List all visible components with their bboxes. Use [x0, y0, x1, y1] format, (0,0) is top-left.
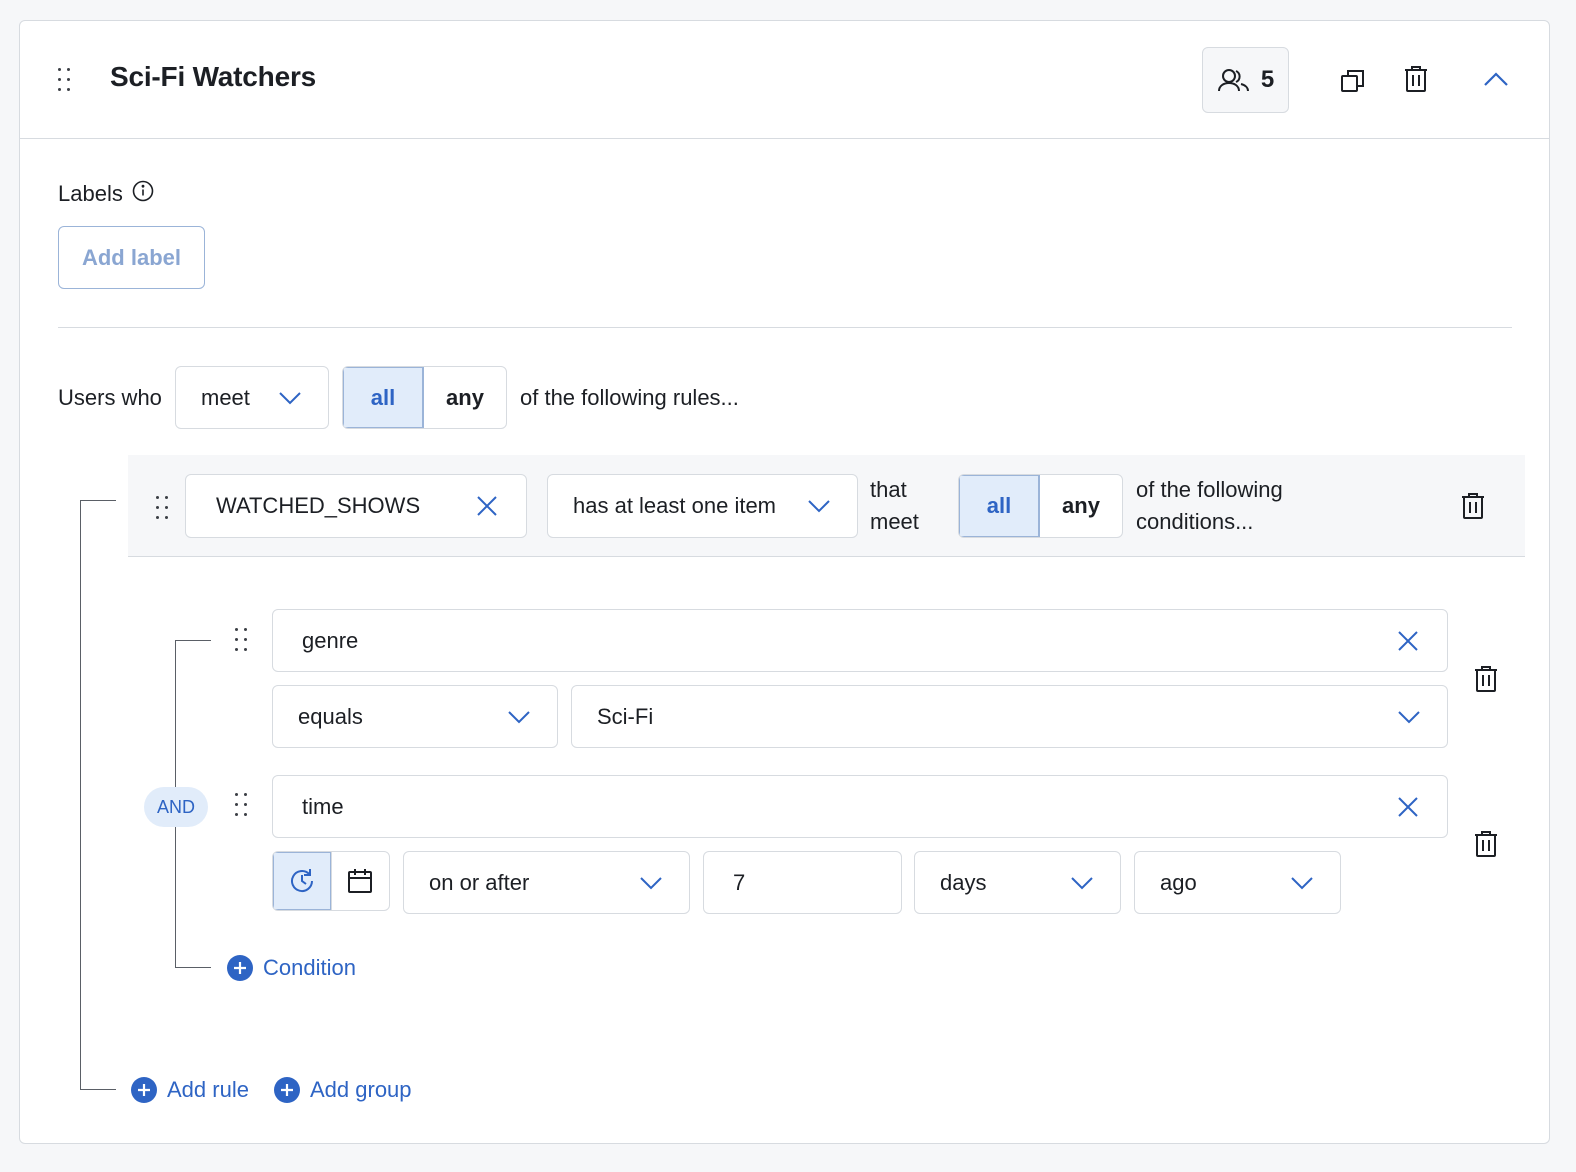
condition-operator-value: equals	[298, 703, 363, 729]
delete-rule-button[interactable]	[1455, 488, 1491, 524]
conditions-match-all[interactable]: all	[959, 475, 1041, 537]
chevron-down-icon	[1071, 876, 1093, 889]
add-rule-label: Add rule	[167, 1077, 249, 1102]
following-conditions-text: of the following conditions...	[1136, 474, 1283, 538]
amount-value: 7	[733, 869, 746, 895]
condition-tree-branch-top	[175, 640, 211, 641]
condition-field[interactable]: time	[272, 775, 1448, 838]
absolute-date-option[interactable]	[330, 852, 390, 910]
add-condition-button[interactable]: Condition	[227, 955, 356, 981]
rules-match-toggle: all any	[342, 366, 507, 429]
plus-icon	[227, 955, 253, 981]
relative-time-option[interactable]	[273, 852, 331, 910]
segment-card: Sci-Fi Watchers 5 Labels Add label Users…	[19, 20, 1550, 1144]
chevron-down-icon	[808, 500, 830, 513]
segment-title: Sci-Fi Watchers	[110, 61, 317, 92]
rules-match-all[interactable]: all	[343, 367, 425, 428]
conditions-match-any[interactable]: any	[1040, 475, 1122, 537]
segment-header: Sci-Fi Watchers 5	[20, 21, 1549, 139]
rule-tree-branch-bottom	[80, 1089, 116, 1090]
meet-text: meet	[870, 509, 919, 534]
collapse-button[interactable]	[1478, 61, 1514, 97]
condition-drag-handle-icon[interactable]	[235, 628, 251, 652]
rule-drag-handle-icon[interactable]	[156, 496, 172, 520]
chevron-down-icon	[640, 876, 662, 889]
following-conditions-line2: conditions...	[1136, 509, 1254, 534]
delete-condition-button[interactable]	[1468, 826, 1504, 862]
trash-icon	[1405, 66, 1427, 92]
rule-tree-line	[80, 500, 81, 1090]
that-text: that	[870, 477, 907, 502]
add-rule-button[interactable]: Add rule	[131, 1077, 249, 1103]
plus-icon	[131, 1077, 157, 1103]
add-group-label: Add group	[310, 1077, 412, 1102]
rules-match-any[interactable]: any	[424, 367, 506, 428]
chevron-down-icon	[508, 710, 530, 723]
condition-field-value: genre	[302, 627, 359, 653]
condition-tree-branch-bottom	[175, 967, 211, 968]
users-who-text: Users who	[58, 385, 162, 410]
delete-segment-button[interactable]	[1398, 61, 1434, 97]
add-group-button[interactable]: Add group	[274, 1077, 412, 1103]
condition-operator-select[interactable]: equals	[272, 685, 558, 748]
conditions-match-toggle: all any	[958, 474, 1123, 538]
that-meet-text: that meet	[870, 474, 919, 538]
condition-field-value: time	[302, 793, 344, 819]
condition-value-select[interactable]: Sci-Fi	[571, 685, 1448, 748]
copy-icon	[1341, 70, 1364, 92]
following-rules-text: of the following rules...	[520, 385, 739, 410]
add-condition-label: Condition	[263, 955, 356, 980]
rule-operator-value: has at least one item	[573, 493, 777, 518]
calendar-icon	[348, 869, 373, 893]
meet-select[interactable]: meet	[175, 366, 329, 429]
duplicate-button[interactable]	[1335, 63, 1371, 99]
labels-heading: Labels	[58, 181, 123, 207]
direction-select[interactable]: ago	[1134, 851, 1341, 914]
date-operator-value: on or after	[429, 869, 530, 895]
user-count: 5	[1260, 66, 1275, 93]
meet-select-value: meet	[201, 384, 250, 410]
relative-time-icon	[290, 869, 313, 893]
condition-value: Sci-Fi	[597, 703, 654, 729]
date-mode-toggle	[272, 851, 390, 911]
unit-select[interactable]: days	[914, 851, 1121, 914]
and-connector[interactable]: AND	[144, 787, 208, 827]
trash-icon	[1462, 493, 1484, 519]
delete-condition-button[interactable]	[1468, 661, 1504, 697]
clear-icon[interactable]	[1397, 796, 1419, 818]
condition-drag-handle-icon[interactable]	[235, 793, 251, 817]
info-icon[interactable]	[132, 180, 154, 202]
users-icon	[1217, 69, 1249, 92]
following-conditions-line1: of the following	[1136, 477, 1283, 502]
chevron-down-icon	[1398, 710, 1420, 723]
clear-icon[interactable]	[476, 495, 498, 517]
rule-property-value: WATCHED_SHOWS	[216, 493, 421, 518]
trash-icon	[1475, 831, 1497, 857]
amount-input[interactable]: 7	[703, 851, 902, 914]
drag-handle-icon[interactable]	[58, 68, 74, 92]
chevron-down-icon	[1291, 876, 1313, 889]
unit-value: days	[940, 869, 987, 895]
rule-operator-select[interactable]: has at least one item	[547, 474, 858, 538]
trash-icon	[1475, 666, 1497, 692]
chevron-down-icon	[279, 391, 301, 404]
chevron-up-icon	[1484, 72, 1508, 86]
user-count-button[interactable]: 5	[1202, 47, 1289, 113]
divider	[58, 327, 1512, 328]
labels-heading-text: Labels	[58, 181, 123, 206]
plus-icon	[274, 1077, 300, 1103]
rule-property-field[interactable]: WATCHED_SHOWS	[185, 474, 527, 538]
direction-value: ago	[1160, 869, 1197, 895]
rule-tree-branch-top	[80, 500, 116, 501]
clear-icon[interactable]	[1397, 630, 1419, 652]
condition-field[interactable]: genre	[272, 609, 1448, 672]
date-operator-select[interactable]: on or after	[403, 851, 690, 914]
add-label-button[interactable]: Add label	[58, 226, 205, 289]
